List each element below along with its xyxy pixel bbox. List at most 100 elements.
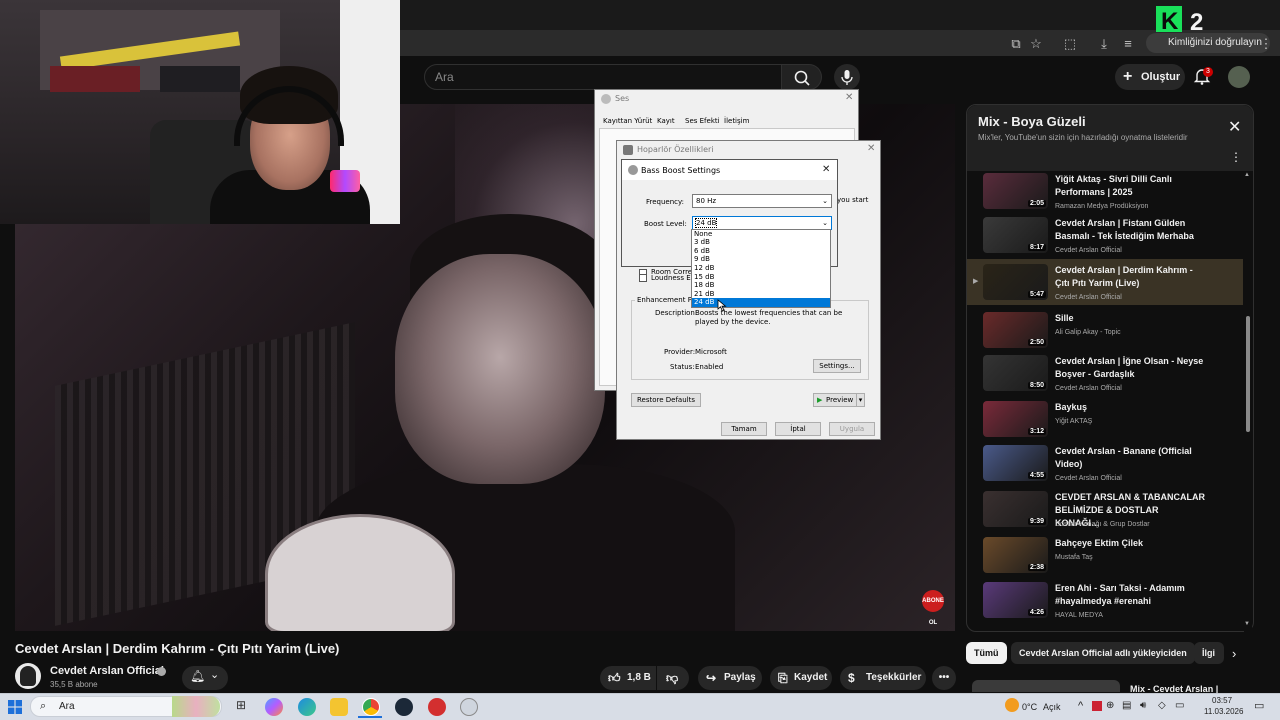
playlist-item-thumbnail[interactable]: 2:05: [983, 173, 1048, 209]
search-button[interactable]: [782, 64, 822, 90]
close-icon[interactable]: ✕: [1228, 120, 1244, 136]
like-button[interactable]: 👍︎ 1,8 B: [600, 666, 656, 690]
extensions-icon[interactable]: ⬚: [1062, 36, 1078, 52]
playlist-item-title[interactable]: Baykuş: [1055, 401, 1205, 414]
playlist-item-thumbnail[interactable]: 8:50: [983, 355, 1048, 391]
playlist-item-thumbnail[interactable]: 5:47: [983, 264, 1048, 300]
boost-level-option[interactable]: 12 dB: [692, 264, 830, 273]
boost-level-option[interactable]: None: [692, 230, 830, 239]
edge-browser-icon[interactable]: [298, 698, 316, 716]
tab-sound-effects[interactable]: Ses Efekti: [685, 117, 720, 125]
preview-button[interactable]: ▶ Preview: [813, 393, 857, 407]
thanks-button[interactable]: $ Teşekkürler: [840, 666, 926, 690]
boost-level-option[interactable]: 6 dB: [692, 247, 830, 256]
steam-icon[interactable]: [395, 698, 413, 716]
network-icon[interactable]: ⊕: [1106, 700, 1114, 711]
sound-app-icon[interactable]: [460, 698, 478, 716]
chevron-right-icon[interactable]: ›: [1232, 646, 1244, 661]
playlist-item-title[interactable]: Cevdet Arslan | İğne Olsan - Neyse Boşve…: [1055, 355, 1205, 381]
playlist-item-title[interactable]: Cevdet Arslan - Banane (Official Video): [1055, 445, 1205, 471]
close-icon[interactable]: ✕: [822, 164, 830, 175]
tab-communications[interactable]: İletişim: [724, 117, 749, 125]
playlist-item-thumbnail[interactable]: 8:17: [983, 217, 1048, 253]
playlist-item-thumbnail[interactable]: 4:26: [983, 582, 1048, 618]
windows-start-icon[interactable]: [8, 700, 22, 714]
save-button[interactable]: ⎘ Kaydet: [770, 666, 832, 690]
tray-app-icon[interactable]: [1092, 701, 1102, 711]
subscribe-watermark-badge[interactable]: ABONE OL: [922, 590, 944, 626]
playlist-item-title[interactable]: Bahçeye Ektim Çilek: [1055, 537, 1205, 550]
apply-button[interactable]: Uygula: [829, 422, 875, 436]
media-control-icon[interactable]: ≡: [1120, 36, 1136, 52]
volume-icon[interactable]: 🔊︎: [1140, 700, 1146, 711]
boost-level-option[interactable]: 24 dB: [692, 298, 830, 307]
next-mix-thumbnail[interactable]: [972, 680, 1120, 692]
language-icon[interactable]: ▤: [1122, 700, 1131, 711]
download-icon[interactable]: ⤓: [1096, 36, 1112, 52]
voice-search-button[interactable]: [834, 64, 860, 90]
playlist-scrollbar-thumb[interactable]: [1246, 316, 1250, 432]
preview-dropdown-icon[interactable]: ▾: [856, 393, 865, 407]
ok-button[interactable]: Tamam: [721, 422, 767, 436]
playlist-item-thumbnail[interactable]: 2:50: [983, 312, 1048, 348]
playlist-item-thumbnail[interactable]: 2:38: [983, 537, 1048, 573]
tab-playback[interactable]: Kayıttan Yürüt: [603, 117, 652, 125]
settings-button[interactable]: Settings...: [813, 359, 861, 373]
share-button[interactable]: ↪ Paylaş: [698, 666, 762, 690]
channel-name[interactable]: Cevdet Arslan Official: [50, 665, 164, 677]
more-vertical-icon[interactable]: ⋮: [1230, 150, 1242, 164]
weather-temp[interactable]: 0°C: [1022, 702, 1037, 712]
create-button[interactable]: + Oluştur: [1115, 64, 1185, 90]
playlist-item-duration: 2:50: [1027, 339, 1046, 346]
chip-related[interactable]: İlgi: [1194, 642, 1224, 664]
dislike-button[interactable]: 👎︎: [657, 666, 689, 690]
search-input[interactable]: Ara: [424, 64, 782, 90]
task-view-icon[interactable]: ⊞: [232, 698, 250, 716]
chip-all[interactable]: Tümü: [966, 642, 1007, 664]
app-icon[interactable]: [428, 698, 446, 716]
playlist-item-thumbnail[interactable]: 3:12: [983, 401, 1048, 437]
scroll-up-arrow-icon[interactable]: ▲: [1244, 172, 1250, 178]
playlist-item-thumbnail[interactable]: 4:55: [983, 445, 1048, 481]
frequency-select[interactable]: 80 Hz ⌄: [692, 194, 832, 208]
playlist-item-title[interactable]: Eren Ahi - Sarı Taksi - Adamım #hayalmed…: [1055, 582, 1205, 608]
playlist-item-title[interactable]: Cevdet Arslan | Fistanı Gülden Basmalı -…: [1055, 217, 1205, 243]
subscribed-bell-button[interactable]: 🔔︎ ⌄: [182, 666, 228, 690]
playlist-item-title[interactable]: Yiğit Aktaş - Sivri Dilli Canlı Performa…: [1055, 173, 1205, 199]
close-icon[interactable]: ✕: [867, 143, 875, 154]
battery-icon[interactable]: ▭: [1175, 700, 1184, 711]
notification-center-icon[interactable]: ▭: [1254, 699, 1264, 712]
playlist-item-thumbnail[interactable]: 9:39: [983, 491, 1048, 527]
verify-identity-button[interactable]: Kimliğinizi doğrulayın: [1146, 33, 1270, 53]
boost-level-option[interactable]: 3 dB: [692, 238, 830, 247]
weather-description[interactable]: Açık: [1043, 702, 1061, 712]
file-explorer-icon[interactable]: [330, 698, 348, 716]
chevron-up-icon[interactable]: ^: [1078, 700, 1083, 712]
boost-level-option[interactable]: 9 dB: [692, 255, 830, 264]
scroll-down-arrow-icon[interactable]: ▼: [1244, 621, 1250, 627]
copilot-icon[interactable]: [265, 698, 283, 716]
boost-level-select[interactable]: 24 dB ⌄: [692, 216, 832, 230]
playlist-item-title[interactable]: Sille: [1055, 312, 1205, 325]
account-avatar[interactable]: [1228, 66, 1250, 88]
cancel-button[interactable]: İptal: [775, 422, 821, 436]
wifi-icon[interactable]: ◇: [1158, 700, 1166, 711]
tab-recording[interactable]: Kayıt: [657, 117, 675, 125]
boost-level-option[interactable]: 18 dB: [692, 281, 830, 290]
playlist-title[interactable]: Mix - Boya Güzeli: [978, 114, 1086, 129]
browser-menu-icon[interactable]: ⋮: [1258, 36, 1274, 52]
playlist-item-duration: 4:55: [1027, 472, 1046, 479]
more-actions-button[interactable]: •••: [932, 666, 956, 690]
bookmark-star-icon[interactable]: ☆: [1028, 36, 1044, 52]
loudness-eq-checkbox[interactable]: [639, 274, 647, 282]
close-icon[interactable]: ✕: [845, 92, 853, 103]
chip-uploader[interactable]: Cevdet Arslan Official adlı yükleyiciden: [1011, 642, 1195, 664]
clock-date[interactable]: 11.03.2026: [1204, 707, 1243, 716]
clock-time[interactable]: 03:57: [1212, 696, 1232, 705]
playlist-item-title[interactable]: Cevdet Arslan | Derdim Kahrım - Çıtı Pıt…: [1055, 264, 1205, 290]
boost-level-option[interactable]: 15 dB: [692, 273, 830, 282]
boost-level-option[interactable]: 21 dB: [692, 290, 830, 299]
restore-defaults-button[interactable]: Restore Defaults: [631, 393, 701, 407]
install-app-icon[interactable]: ⧉: [1008, 36, 1024, 52]
chrome-browser-icon[interactable]: [362, 698, 380, 716]
